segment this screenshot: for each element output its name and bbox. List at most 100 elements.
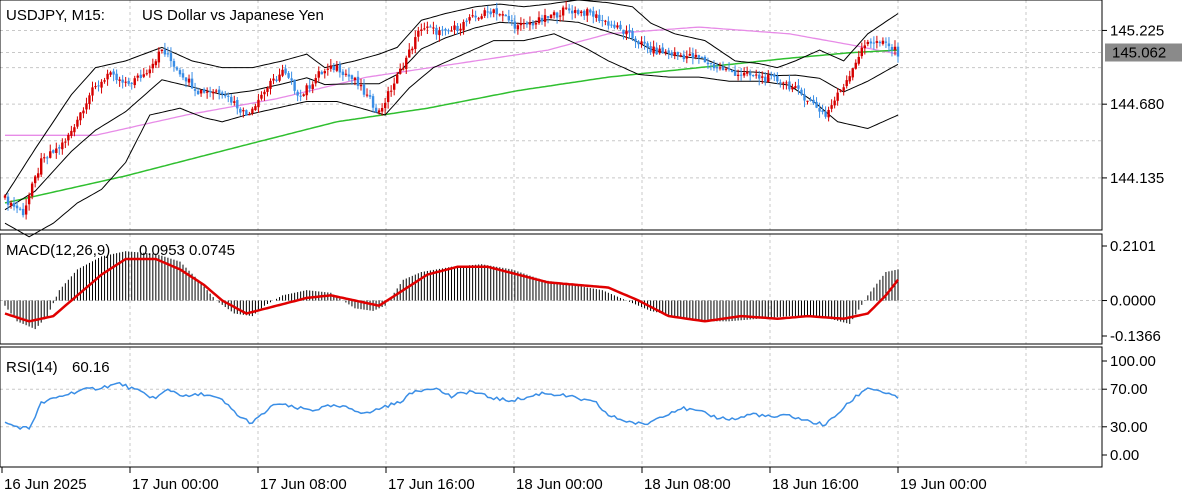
candle-body[interactable] <box>742 72 746 76</box>
candle-body[interactable] <box>697 55 701 58</box>
candle-body[interactable] <box>160 49 164 52</box>
candle-body[interactable] <box>124 81 127 83</box>
candle-body[interactable] <box>498 14 501 16</box>
candle-body[interactable] <box>359 84 363 87</box>
candle-body[interactable] <box>362 84 366 95</box>
candle-body[interactable] <box>595 14 598 18</box>
candle-body[interactable] <box>492 9 495 13</box>
candle-body[interactable] <box>260 94 263 99</box>
candle-body[interactable] <box>537 17 541 24</box>
candle-body[interactable] <box>12 202 16 207</box>
candle-body[interactable] <box>589 9 592 13</box>
candle-body[interactable] <box>432 27 435 29</box>
candle-body[interactable] <box>230 96 233 103</box>
candle-body[interactable] <box>703 56 707 63</box>
candle-body[interactable] <box>64 141 67 143</box>
candle-body[interactable] <box>887 43 891 47</box>
candle-body[interactable] <box>33 176 37 184</box>
candle-body[interactable] <box>3 195 7 198</box>
candle-body[interactable] <box>718 67 722 69</box>
candle-body[interactable] <box>166 53 170 55</box>
candle-body[interactable] <box>631 30 634 39</box>
candle-body[interactable] <box>314 78 317 84</box>
candle-body[interactable] <box>712 64 716 69</box>
candle-body[interactable] <box>169 53 173 62</box>
candle-body[interactable] <box>423 28 426 30</box>
candle-body[interactable] <box>341 71 345 76</box>
candle-body[interactable] <box>613 24 616 28</box>
candle-body[interactable] <box>374 107 378 113</box>
candle-body[interactable] <box>329 65 333 69</box>
candle-body[interactable] <box>456 25 459 31</box>
candle-body[interactable] <box>474 15 477 18</box>
candle-body[interactable] <box>320 71 323 75</box>
candle-body[interactable] <box>21 208 25 216</box>
candle-body[interactable] <box>106 73 109 80</box>
candle-body[interactable] <box>803 94 806 101</box>
candle-body[interactable] <box>269 80 272 89</box>
candle-body[interactable] <box>736 74 740 76</box>
candle-body[interactable] <box>338 64 342 73</box>
candle-body[interactable] <box>664 51 667 53</box>
candle-body[interactable] <box>94 86 97 88</box>
candle-body[interactable] <box>522 22 526 24</box>
candle-body[interactable] <box>851 68 854 78</box>
candle-body[interactable] <box>552 12 556 16</box>
candle-body[interactable] <box>797 85 800 89</box>
candle-body[interactable] <box>619 24 622 30</box>
candle-body[interactable] <box>468 17 471 21</box>
candle-body[interactable] <box>332 66 336 71</box>
candle-body[interactable] <box>109 72 112 75</box>
candle-body[interactable] <box>389 90 393 92</box>
candle-body[interactable] <box>788 81 791 90</box>
candle-body[interactable] <box>453 25 456 30</box>
candle-body[interactable] <box>52 150 55 153</box>
candle-body[interactable] <box>872 42 876 44</box>
candle-body[interactable] <box>637 41 640 45</box>
candle-body[interactable] <box>504 14 508 17</box>
candlesticks[interactable] <box>3 1 900 220</box>
candle-body[interactable] <box>399 68 402 74</box>
candle-body[interactable] <box>604 20 607 22</box>
candle-body[interactable] <box>184 77 188 82</box>
candle-body[interactable] <box>46 157 49 159</box>
candle-body[interactable] <box>827 109 830 118</box>
candle-body[interactable] <box>733 71 737 76</box>
candle-body[interactable] <box>302 94 305 96</box>
candle-body[interactable] <box>196 90 200 95</box>
candle-body[interactable] <box>76 119 79 127</box>
candle-body[interactable] <box>208 91 212 93</box>
candle-body[interactable] <box>881 40 885 44</box>
candle-body[interactable] <box>91 87 94 96</box>
candle-body[interactable] <box>40 158 43 175</box>
candle-body[interactable] <box>224 94 227 97</box>
candle-body[interactable] <box>869 41 873 44</box>
candle-body[interactable] <box>311 84 314 90</box>
candle-body[interactable] <box>100 81 103 88</box>
candle-body[interactable] <box>61 142 64 150</box>
candle-body[interactable] <box>290 78 293 81</box>
candle-body[interactable] <box>607 21 610 26</box>
candle-body[interactable] <box>254 106 257 111</box>
candle-body[interactable] <box>193 89 197 91</box>
candle-body[interactable] <box>6 196 10 205</box>
chart-canvas[interactable]: 145.225 144.680 144.135 0.2101 0.0000 -0.1366… <box>0 0 1200 500</box>
candle-body[interactable] <box>386 91 390 103</box>
candle-body[interactable] <box>245 110 248 116</box>
candle-body[interactable] <box>429 26 432 28</box>
candle-body[interactable] <box>767 74 770 83</box>
candle-body[interactable] <box>471 15 474 17</box>
candle-body[interactable] <box>172 61 176 67</box>
candle-body[interactable] <box>836 92 839 101</box>
candle-body[interactable] <box>866 41 870 45</box>
candle-body[interactable] <box>130 82 133 84</box>
candle-body[interactable] <box>592 11 595 17</box>
candle-body[interactable] <box>211 91 215 94</box>
candle-body[interactable] <box>85 103 88 110</box>
candle-body[interactable] <box>893 46 897 50</box>
candle-body[interactable] <box>293 79 296 91</box>
candle-body[interactable] <box>640 41 643 45</box>
candle-body[interactable] <box>815 101 818 108</box>
candle-body[interactable] <box>70 130 73 136</box>
candle-body[interactable] <box>148 69 152 74</box>
